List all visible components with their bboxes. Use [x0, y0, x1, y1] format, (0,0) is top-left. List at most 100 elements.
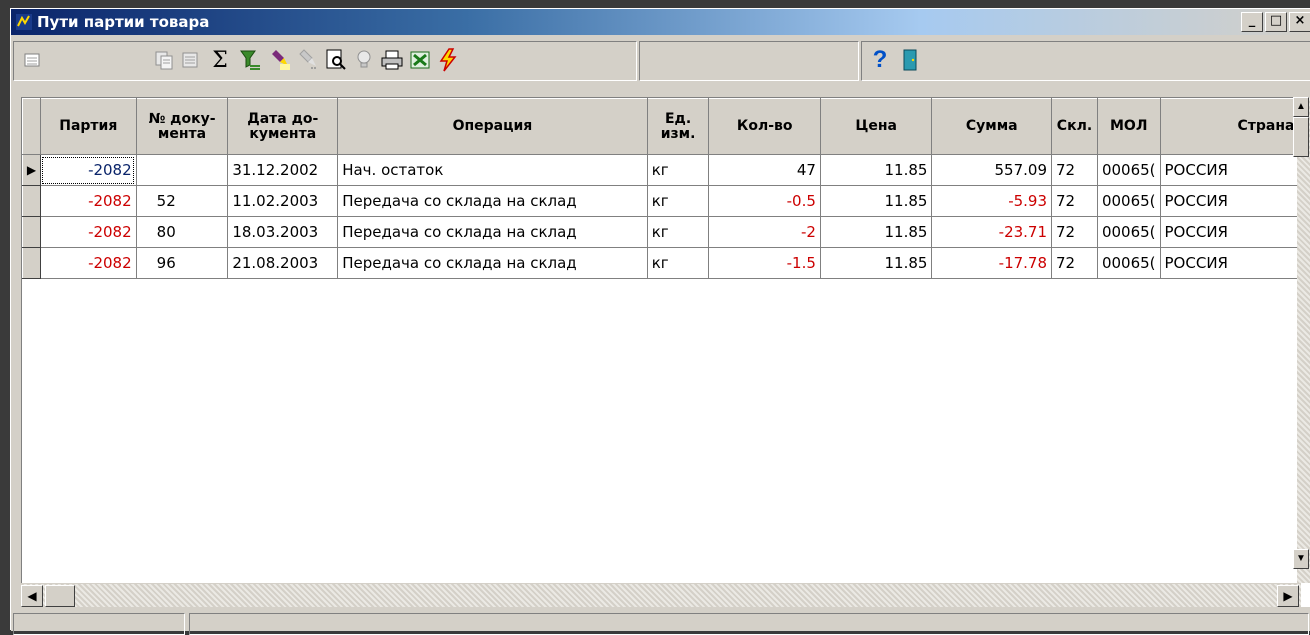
table-row[interactable]: -2082 52 11.02.2003 Передача со склада на с…	[22, 185, 1310, 217]
table-cell[interactable]: 11.85	[820, 247, 933, 279]
table-cell[interactable]: кг	[647, 247, 710, 279]
print-icon[interactable]	[379, 47, 405, 73]
grid-view-icon[interactable]	[19, 47, 45, 73]
scroll-left-button[interactable]: ◀	[21, 585, 43, 607]
table-cell[interactable]: 11.85	[820, 216, 933, 248]
app-icon	[16, 14, 32, 30]
preview-icon[interactable]	[323, 47, 349, 73]
column-header[interactable]: № доку- мента	[135, 98, 229, 155]
copy-record-icon[interactable]	[151, 47, 177, 73]
table-cell[interactable]: 00065(	[1097, 154, 1161, 186]
filter-icon[interactable]	[237, 47, 263, 73]
table-cell[interactable]: 52	[136, 185, 229, 217]
vertical-scrollbar[interactable]: ▲ ▼	[1293, 97, 1310, 583]
title-bar[interactable]: Пути партии товара _ □ ×	[11, 9, 1310, 35]
table-cell[interactable]: РОССИЯ	[1160, 185, 1310, 217]
scroll-up-button[interactable]: ▲	[1293, 97, 1309, 117]
column-header[interactable]: Страна п	[1159, 98, 1310, 155]
table-cell[interactable]: РОССИЯ	[1160, 154, 1310, 186]
column-header[interactable]: Кол-во	[708, 98, 821, 155]
close-button[interactable]: ×	[1289, 12, 1310, 32]
batch-path-table: Партия № доку- мента Дата до- кумента Оп…	[22, 98, 1310, 279]
table-cell[interactable]	[136, 154, 229, 186]
table-row[interactable]: ▶ -2082 31.12.2002 Нач. остаток кг 47 11.85 557…	[22, 154, 1310, 186]
table-cell[interactable]: 72	[1051, 154, 1098, 186]
minimize-button[interactable]: _	[1241, 12, 1263, 32]
scroll-down-button[interactable]: ▼	[1293, 549, 1309, 569]
table-cell[interactable]: 00065(	[1097, 247, 1161, 279]
table-cell[interactable]: 80	[136, 216, 229, 248]
status-panel-main	[189, 613, 1309, 635]
table-cell[interactable]: 72	[1051, 185, 1098, 217]
table-cell[interactable]: 72	[1051, 216, 1098, 248]
help-icon[interactable]: ?	[867, 46, 893, 73]
table-row[interactable]: -2082 96 21.08.2003 Передача со склада на с…	[22, 247, 1310, 279]
status-bar	[11, 613, 1310, 635]
table-cell[interactable]: 00065(	[1097, 216, 1161, 248]
hint-icon[interactable]	[351, 47, 377, 73]
table-cell[interactable]: 21.08.2003	[227, 247, 339, 279]
column-header[interactable]: Операция	[337, 98, 648, 155]
h-scroll-thumb[interactable]	[45, 585, 75, 607]
column-header[interactable]: Сумма	[931, 98, 1053, 155]
horizontal-scrollbar[interactable]: ◀ ▶	[21, 583, 1301, 607]
table-cell[interactable]: -23.71	[931, 216, 1053, 248]
table-cell[interactable]: 18.03.2003	[227, 216, 339, 248]
sum-symbol: Σ	[212, 47, 228, 73]
restore-button[interactable]: □	[1265, 12, 1287, 32]
table-cell[interactable]: -2	[708, 216, 821, 248]
row-indicator[interactable]	[22, 247, 41, 279]
table-cell[interactable]: -0.5	[708, 185, 821, 217]
table-cell[interactable]: Передача со склада на склад	[337, 247, 648, 279]
table-cell[interactable]: -2082	[40, 185, 137, 217]
table-cell[interactable]: РОССИЯ	[1160, 247, 1310, 279]
status-panel-left	[13, 613, 185, 635]
row-indicator[interactable]	[22, 216, 41, 248]
table-cell[interactable]: 11.85	[820, 154, 933, 186]
paste-record-icon[interactable]	[177, 47, 203, 73]
table-cell[interactable]: РОССИЯ	[1160, 216, 1310, 248]
row-indicator[interactable]: ▶	[22, 154, 41, 186]
row-indicator-header	[22, 98, 41, 155]
table-cell[interactable]: 11.85	[820, 185, 933, 217]
lightning-icon[interactable]	[435, 47, 461, 73]
table-cell[interactable]: кг	[647, 154, 710, 186]
table-cell[interactable]: Передача со склада на склад	[337, 185, 648, 217]
table-cell[interactable]: кг	[647, 216, 710, 248]
table-cell[interactable]: Нач. остаток	[337, 154, 648, 186]
highlight-icon[interactable]	[267, 47, 293, 73]
table-cell[interactable]: 96	[136, 247, 229, 279]
table-cell[interactable]: -1.5	[708, 247, 821, 279]
column-header[interactable]: Партия	[39, 98, 137, 155]
exit-door-icon[interactable]	[897, 47, 923, 73]
table-cell[interactable]: кг	[647, 185, 710, 217]
table-header: Партия № доку- мента Дата до- кумента Оп…	[22, 98, 1310, 155]
column-header[interactable]: Ед. изм.	[646, 98, 710, 155]
scroll-thumb[interactable]	[1293, 117, 1309, 157]
excel-icon[interactable]	[407, 47, 433, 73]
sum-icon[interactable]: Σ	[207, 47, 233, 73]
table-cell[interactable]: Передача со склада на склад	[337, 216, 648, 248]
table-cell[interactable]: -2082	[40, 247, 137, 279]
column-header[interactable]: Цена	[819, 98, 933, 155]
table-cell[interactable]: 31.12.2002	[227, 154, 339, 186]
help-symbol: ?	[872, 46, 888, 73]
highlight-off-icon[interactable]	[295, 47, 321, 73]
window-title: Пути партии товара	[37, 13, 210, 31]
table-cell[interactable]: 47	[708, 154, 821, 186]
column-header[interactable]: Скл.	[1051, 98, 1098, 155]
table-cell[interactable]: 72	[1051, 247, 1098, 279]
table-cell[interactable]: -2082	[40, 216, 137, 248]
window-controls: _ □ ×	[1241, 12, 1310, 32]
table-cell[interactable]: -2082	[40, 154, 137, 186]
row-indicator[interactable]	[22, 185, 41, 217]
table-cell[interactable]: -17.78	[931, 247, 1053, 279]
column-header[interactable]: Дата до- кумента	[227, 98, 339, 155]
scroll-right-button[interactable]: ▶	[1277, 585, 1299, 607]
column-header[interactable]: МОЛ	[1096, 98, 1161, 155]
table-row[interactable]: -2082 80 18.03.2003 Передача со склада на с…	[22, 216, 1310, 248]
table-cell[interactable]: 557.09	[931, 154, 1053, 186]
table-cell[interactable]: -5.93	[931, 185, 1053, 217]
table-cell[interactable]: 00065(	[1097, 185, 1161, 217]
table-cell[interactable]: 11.02.2003	[227, 185, 339, 217]
